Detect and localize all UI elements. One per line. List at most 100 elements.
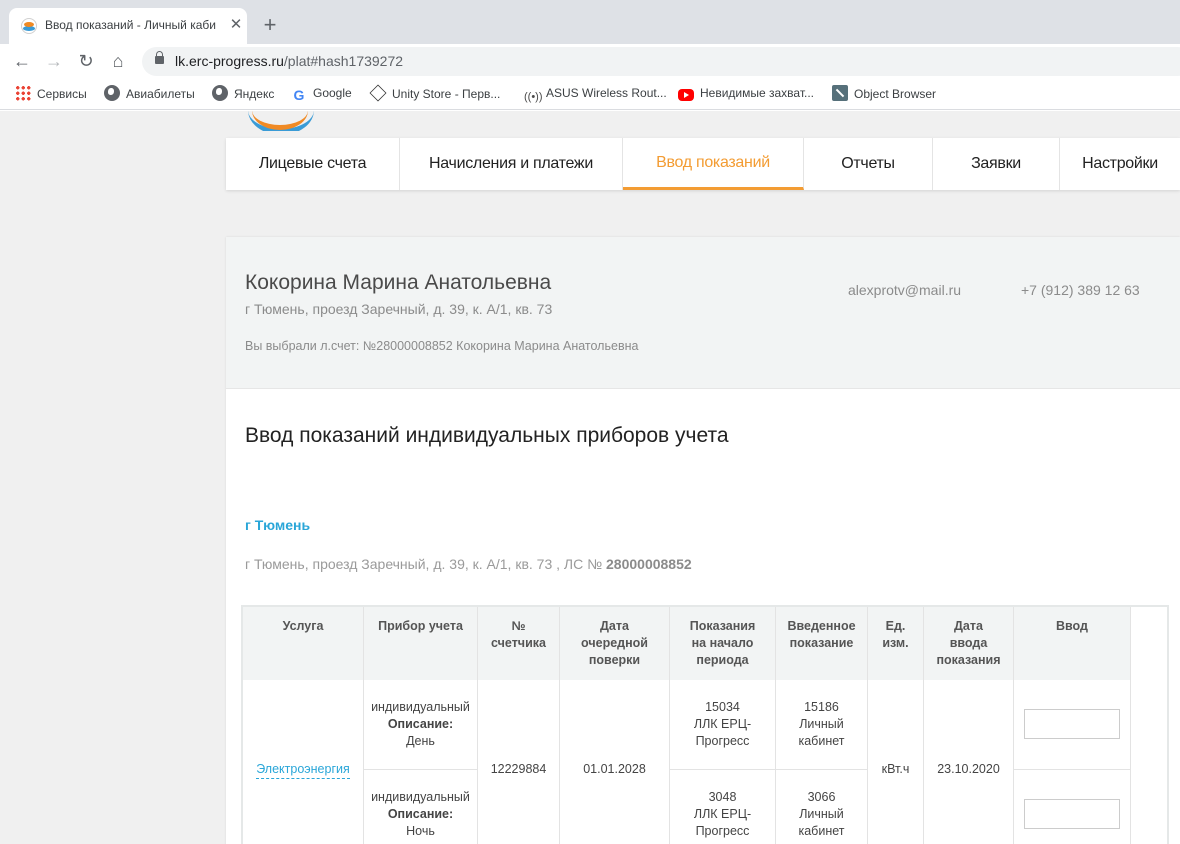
reload-icon[interactable]: ↻ [74,49,98,73]
start-reading-source: ЛЛК ЕРЦ-Прогресс [693,807,752,838]
browser-tab[interactable]: Ввод показаний - Личный каби ✕ [9,8,247,44]
site-logo[interactable] [246,111,316,131]
bookmark-object-browser[interactable]: Object Browser [832,85,936,103]
back-arrow-icon[interactable]: ← [10,49,34,73]
bookmark-label: Яндекс [234,87,275,101]
description-label: Описание: [387,717,454,731]
nav-charges-payments[interactable]: Начисления и платежи [400,138,623,190]
entered-reading-value: 15186 [804,700,839,714]
user-name: Кокорина Марина Анатольевна [245,271,552,294]
youtube-icon [678,89,694,101]
bookmark-label: ASUS Wireless Rout... [546,86,667,100]
content-card: Кокорина Марина Анатольевна г Тюмень, пр… [226,237,1180,844]
header-service: Услуга [243,607,364,680]
header-input: Ввод [1014,607,1131,680]
bookmark-asus[interactable]: ((•)) ASUS Wireless Rout... [524,85,667,103]
account-address: г Тюмень, проезд Заречный, д. 39, к. А/1… [245,556,692,572]
new-tab-button[interactable]: + [258,13,282,37]
reading-input-day[interactable] [1024,709,1120,739]
bookmark-youtube[interactable]: Невидимые захват... [678,85,814,103]
selected-account: Вы выбрали л.счет: №28000008852 Кокорина… [245,339,639,353]
bookmark-label: Невидимые захват... [700,86,814,100]
nav-settings[interactable]: Настройки [1060,138,1180,190]
account-number: 28000008852 [606,556,692,572]
start-reading-value: 3048 [708,790,737,804]
meter-type: индивидуальный [371,700,470,714]
close-tab-icon[interactable]: ✕ [228,17,244,33]
start-reading-source: ЛЛК ЕРЦ-Прогресс [693,717,752,748]
nav-accounts[interactable]: Лицевые счета [226,138,400,190]
reading-input-night[interactable] [1024,799,1120,829]
entered-reading-cell: 3066 Личный кабинет [776,770,868,844]
description-value: Ночь [406,824,435,838]
verification-date-cell: 01.01.2028 [560,680,670,844]
profile-panel: Кокорина Марина Анатольевна г Тюмень, пр… [226,237,1180,389]
unity-icon [369,84,387,102]
bookmark-label: Unity Store - Перв... [392,87,501,101]
site-favicon-icon [21,18,37,34]
address-line: г Тюмень, проезд Заречный, д. 39, к. А/1… [245,556,603,572]
meter-type-cell: индивидуальный Описание: День [364,680,478,770]
header-entered-reading: Введенное показание [776,607,868,680]
user-email: alexprotv@mail.ru [848,282,962,298]
tab-title: Ввод показаний - Личный каби [45,18,216,32]
bookmark-unity[interactable]: Unity Store - Перв... [369,84,501,103]
globe-icon [212,85,228,101]
bookmark-label: Сервисы [37,87,87,101]
service-cell: Электроэнергия [243,680,364,844]
header-verification-date: Дата очередной поверки [560,607,670,680]
header-meter: Прибор учета [364,607,478,680]
nav-meter-readings[interactable]: Ввод показаний [623,138,804,190]
meter-readings-table: Услуга Прибор учета № счетчика Дата очер… [241,605,1169,844]
browser-toolbar: ← → ↻ ⌂ lk.erc-progress.ru/plat#hash1739… [0,44,1180,78]
description-value: День [406,734,435,748]
entered-reading-cell: 15186 Личный кабинет [776,680,868,770]
bookmark-label: Авиабилеты [126,87,195,101]
start-reading-value: 15034 [705,700,740,714]
nav-requests[interactable]: Заявки [933,138,1060,190]
header-meter-number: № счетчика [478,607,560,680]
entry-date-cell: 23.10.2020 [924,680,1014,844]
wireless-icon: ((•)) [524,91,543,103]
address-bar[interactable]: lk.erc-progress.ru/plat#hash1739272 [142,47,1180,76]
header-entry-date: Дата ввода показания [924,607,1014,680]
start-reading-cell: 15034 ЛЛК ЕРЦ-Прогресс [670,680,776,770]
header-start-reading: Показания на начало периода [670,607,776,680]
bookmarks-bar: Сервисы Авиабилеты Яндекс G Google Unity … [0,78,1180,110]
page-viewport: Лицевые счета Начисления и платежи Ввод … [0,111,1180,844]
entered-reading-source: Личный кабинет [798,807,845,838]
home-icon[interactable]: ⌂ [106,49,130,73]
unit-cell: кВт.ч [868,680,924,844]
entered-reading-source: Личный кабинет [798,717,845,748]
bookmark-label: Google [313,86,352,100]
meter-type: индивидуальный [371,790,470,804]
bookmark-services[interactable]: Сервисы [15,85,87,103]
object-browser-icon [832,85,848,101]
apps-grid-icon [15,85,31,101]
url-text: lk.erc-progress.ru/plat#hash1739272 [175,53,403,69]
google-icon: G [293,87,305,103]
bookmark-label: Object Browser [854,87,937,101]
browser-tabstrip: Ввод показаний - Личный каби ✕ + [0,0,1180,44]
nav-reports[interactable]: Отчеты [804,138,933,190]
bookmark-avia[interactable]: Авиабилеты [104,85,195,103]
main-navigation: Лицевые счета Начисления и платежи Ввод … [226,138,1180,190]
bookmark-google[interactable]: G Google [291,85,352,103]
user-address: г Тюмень, проезд Заречный, д. 39, к. А/1… [245,301,553,317]
meter-number-cell: 12229884 [478,680,560,844]
user-phone: +7 (912) 389 12 63 [1021,282,1140,298]
entered-reading-value: 3066 [807,790,836,804]
globe-icon [104,85,120,101]
header-unit: Ед. изм. [868,607,924,680]
lock-icon [155,51,164,64]
input-cell [1014,770,1131,844]
bookmark-yandex[interactable]: Яндекс [212,85,274,103]
url-host: lk.erc-progress.ru [175,53,284,69]
url-path: /plat#hash1739272 [283,53,404,69]
forward-arrow-icon[interactable]: → [42,49,66,73]
input-cell [1014,680,1131,770]
start-reading-cell: 3048 ЛЛК ЕРЦ-Прогресс [670,770,776,844]
service-link[interactable]: Электроэнергия [256,761,350,779]
meter-type-cell: индивидуальный Описание: Ночь [364,770,478,844]
city-heading: г Тюмень [245,517,311,533]
